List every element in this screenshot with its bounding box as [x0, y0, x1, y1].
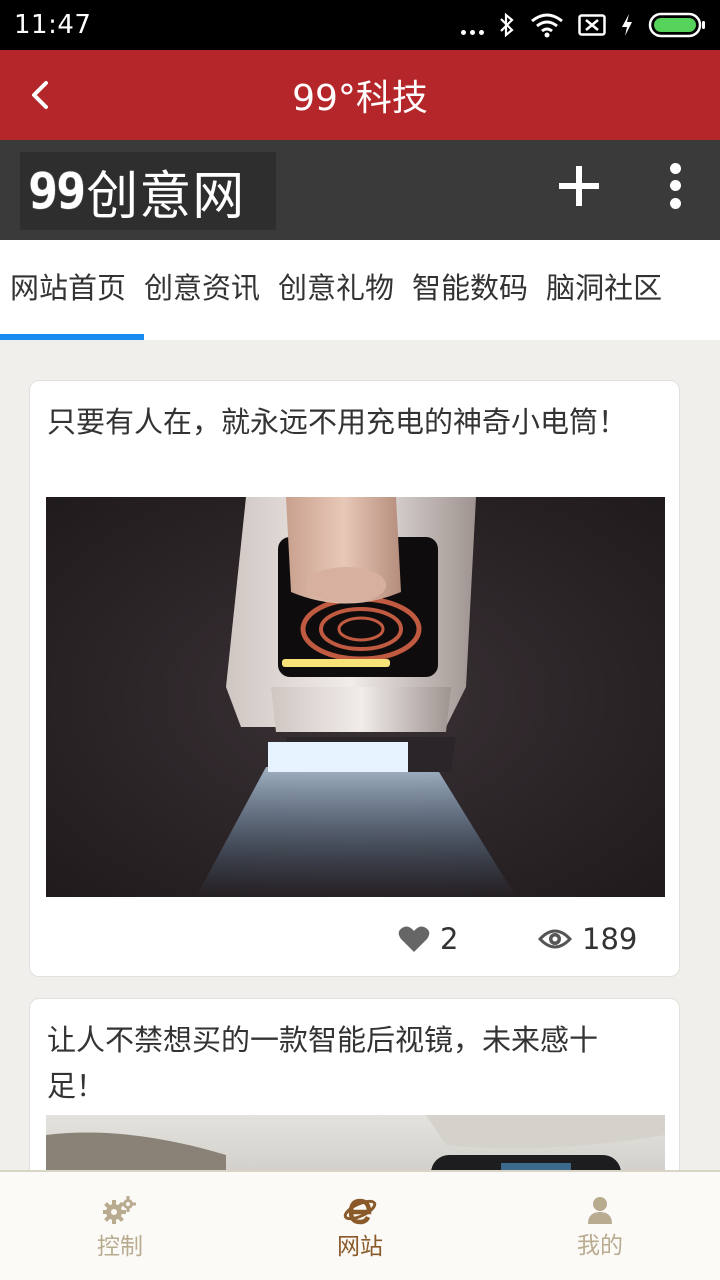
ie-icon	[343, 1198, 377, 1225]
user-icon	[588, 1197, 612, 1224]
wifi-icon	[531, 13, 563, 38]
charging-icon	[622, 14, 632, 36]
more-notifications-icon	[461, 15, 484, 35]
chevron-left-icon	[32, 81, 48, 109]
site-toolbar: 99 创意网	[0, 140, 720, 240]
views-count: 189	[538, 919, 637, 959]
likes-value: 2	[440, 922, 459, 956]
active-tab-indicator	[0, 334, 144, 340]
nav-control[interactable]: 控制	[0, 1172, 240, 1280]
status-time: 11:47	[14, 10, 92, 40]
no-sim-icon	[578, 14, 606, 36]
category-tabs: 网站首页 创意资讯 创意礼物 智能数码 脑洞社区	[0, 240, 720, 340]
status-bar: 11:47	[0, 0, 720, 50]
site-logo[interactable]: 99 创意网	[20, 152, 276, 230]
article-card[interactable]: 让人不禁想买的一款智能后视镜，未来感十足！	[29, 998, 680, 1198]
nav-website-label: 网站	[337, 1234, 383, 1260]
bottom-nav: 控制 网站 我的	[0, 1170, 720, 1280]
gears-icon	[103, 1196, 136, 1224]
app-header: 99°科技	[0, 50, 720, 140]
tab-community[interactable]: 脑洞社区	[537, 240, 671, 340]
more-menu-button[interactable]	[660, 160, 690, 212]
bluetooth-icon	[500, 12, 514, 38]
logo-digits: 99	[28, 162, 86, 220]
back-button[interactable]	[18, 72, 62, 118]
article-card[interactable]: 只要有人在，就永远不用充电的神奇小电筒！ 2 189	[29, 380, 680, 977]
likes-count[interactable]: 2	[398, 919, 458, 959]
article-title[interactable]: 只要有人在，就永远不用充电的神奇小电筒！	[47, 399, 647, 445]
views-value: 189	[582, 922, 638, 956]
add-button[interactable]	[556, 162, 604, 210]
heart-icon	[398, 926, 430, 952]
tab-home[interactable]: 网站首页	[0, 240, 135, 340]
tab-smart-digital[interactable]: 智能数码	[403, 240, 537, 340]
eye-icon	[538, 929, 572, 949]
nav-me-label: 我的	[577, 1233, 623, 1259]
tab-creative-gifts[interactable]: 创意礼物	[269, 240, 403, 340]
nav-control-label: 控制	[97, 1234, 143, 1260]
battery-icon	[648, 12, 705, 38]
article-title[interactable]: 让人不禁想买的一款智能后视镜，未来感十足！	[47, 1017, 647, 1109]
logo-text: 创意网	[86, 166, 246, 227]
nav-website[interactable]: 网站	[240, 1172, 480, 1280]
page-title: 99°科技	[292, 78, 428, 119]
article-image[interactable]	[46, 497, 665, 897]
nav-me[interactable]: 我的	[480, 1172, 720, 1280]
tab-creative-news[interactable]: 创意资讯	[135, 240, 269, 340]
